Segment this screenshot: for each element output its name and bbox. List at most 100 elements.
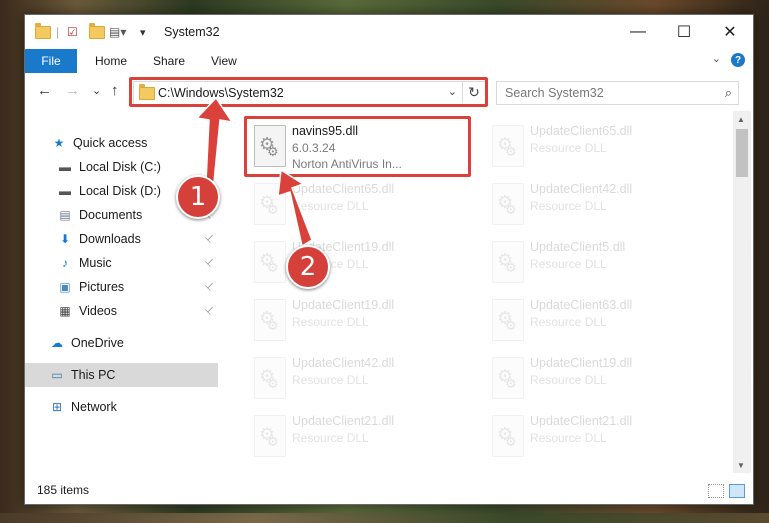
- gear-icon: ⚙: [505, 144, 517, 159]
- recent-locations-icon[interactable]: ⌄: [92, 84, 101, 97]
- desktop-background: [0, 513, 769, 523]
- sidebar-item-videos[interactable]: ▦ Videos ⊥: [25, 299, 218, 323]
- customize-quick-access-icon[interactable]: ▤▾: [109, 24, 126, 40]
- maximize-button[interactable]: ☐: [661, 15, 707, 49]
- file-description: Resource DLL: [530, 373, 607, 387]
- search-input[interactable]: Search System32 ⌕: [496, 81, 739, 105]
- vertical-scrollbar[interactable]: ▲ ▼: [733, 111, 751, 473]
- gear-icon: ⚙: [267, 434, 279, 449]
- forward-arrow-icon[interactable]: →: [65, 82, 80, 99]
- sidebar-item-label: Music: [79, 256, 112, 270]
- file-name: UpdateClient19.dll: [292, 298, 395, 312]
- file-name: UpdateClient65.dll: [292, 182, 395, 196]
- sidebar-item-network[interactable]: ⊞ Network: [25, 395, 218, 419]
- large-icons-view-icon[interactable]: [729, 484, 745, 498]
- network-icon: ⊞: [51, 400, 63, 414]
- file-item[interactable]: ⚙ ⚙ UpdateClient42.dll Resource DLL: [244, 349, 466, 405]
- file-description: Resource DLL: [292, 199, 369, 213]
- navigation-bar: ← → ⌄ ↑ C:\Windows\System32 ⌄ ↻ Search S…: [25, 73, 753, 111]
- file-name: navins95.dll: [292, 124, 359, 138]
- file-item[interactable]: ⚙ ⚙ UpdateClient19.dll Resource DLL: [244, 291, 466, 347]
- file-description: Resource DLL: [530, 315, 607, 329]
- back-arrow-icon[interactable]: ←: [37, 82, 52, 99]
- file-name: UpdateClient21.dll: [292, 414, 395, 428]
- step-badge-1: 1: [176, 175, 220, 219]
- sidebar-item-pictures[interactable]: ▣ Pictures ⊥: [25, 275, 218, 299]
- file-item[interactable]: ⚙ ⚙ UpdateClient21.dll Resource DLL: [482, 407, 704, 463]
- videos-icon: ▦: [59, 304, 71, 318]
- address-dropdown-icon[interactable]: ⌄: [448, 85, 457, 98]
- gear-icon: ⚙: [505, 202, 517, 217]
- sidebar-item-this-pc[interactable]: ▭ This PC: [25, 363, 218, 387]
- sidebar-item-onedrive[interactable]: ☁ OneDrive: [25, 331, 218, 355]
- file-name: UpdateClient19.dll: [530, 356, 633, 370]
- drive-icon: ▬: [59, 184, 71, 198]
- refresh-button[interactable]: ↻: [462, 81, 485, 103]
- gear-icon: ⚙: [267, 144, 279, 159]
- sidebar-item-label: Network: [71, 400, 117, 414]
- gear-icon: ⚙: [505, 318, 517, 333]
- pin-icon[interactable]: ⊥: [202, 304, 216, 318]
- sidebar-item-music[interactable]: ♪ Music ⊥: [25, 251, 218, 275]
- sidebar-item-label: OneDrive: [71, 336, 124, 350]
- step-badge-2: 2: [286, 245, 330, 289]
- expand-ribbon-icon[interactable]: ⌄: [712, 52, 721, 65]
- file-item[interactable]: ⚙ ⚙ UpdateClient19.dll Resource DLL: [244, 233, 466, 289]
- file-name: UpdateClient42.dll: [530, 182, 633, 196]
- gear-icon: ⚙: [505, 434, 517, 449]
- up-arrow-icon[interactable]: ↑: [111, 82, 119, 99]
- file-item[interactable]: ⚙ ⚙ UpdateClient63.dll Resource DLL: [482, 291, 704, 347]
- file-description: Resource DLL: [292, 315, 369, 329]
- tab-file[interactable]: File: [25, 49, 77, 73]
- scroll-down-icon[interactable]: ▼: [737, 461, 745, 470]
- sidebar-item-label: Pictures: [79, 280, 125, 294]
- sidebar-item-label: Quick access: [73, 136, 148, 150]
- sidebar-item-quick-access[interactable]: ★ Quick access: [25, 131, 218, 155]
- new-folder-icon[interactable]: [89, 22, 105, 40]
- quick-access-dropdown-icon[interactable]: ▾: [140, 24, 146, 40]
- properties-icon[interactable]: ☑: [67, 24, 78, 40]
- tab-view[interactable]: View: [211, 54, 237, 68]
- item-count: 185 items: [37, 483, 90, 497]
- file-description: Resource DLL: [530, 199, 607, 213]
- file-item[interactable]: ⚙ ⚙ UpdateClient42.dll Resource DLL: [482, 175, 704, 231]
- pin-icon[interactable]: ⊥: [202, 280, 216, 294]
- details-view-icon[interactable]: [708, 484, 724, 498]
- file-description: Resource DLL: [530, 141, 607, 155]
- ribbon-tabs: File Home Share View ⌄ ?: [25, 49, 753, 74]
- address-bar[interactable]: C:\Windows\System32 ⌄: [133, 81, 486, 105]
- close-button[interactable]: ✕: [707, 15, 753, 49]
- file-item[interactable]: ⚙ ⚙ UpdateClient21.dll Resource DLL: [244, 407, 466, 463]
- tab-share[interactable]: Share: [153, 54, 185, 68]
- minimize-button[interactable]: —: [615, 15, 661, 49]
- search-placeholder: Search System32: [505, 86, 604, 100]
- status-bar: 185 items: [25, 478, 753, 504]
- folder-icon: [139, 84, 155, 103]
- sidebar-item-local-disk-c[interactable]: ▬ Local Disk (C:): [25, 155, 218, 179]
- sidebar-item-downloads[interactable]: ⬇ Downloads ⊥: [25, 227, 218, 251]
- file-item[interactable]: ⚙ ⚙ UpdateClient19.dll Resource DLL: [482, 349, 704, 405]
- file-item[interactable]: ⚙ ⚙ UpdateClient5.dll Resource DLL: [482, 233, 704, 289]
- scroll-up-icon[interactable]: ▲: [737, 115, 745, 124]
- tab-home[interactable]: Home: [95, 54, 127, 68]
- file-name: UpdateClient42.dll: [292, 356, 395, 370]
- pin-icon[interactable]: ⊥: [202, 256, 216, 270]
- file-item[interactable]: ⚙ ⚙ UpdateClient65.dll Resource DLL: [244, 175, 466, 231]
- pin-icon[interactable]: ⊥: [202, 232, 216, 246]
- file-company: Norton AntiVirus In...: [292, 157, 402, 171]
- help-icon[interactable]: ?: [731, 53, 745, 67]
- folder-icon[interactable]: [35, 22, 51, 40]
- separator: |: [56, 25, 60, 39]
- gear-icon: ⚙: [505, 260, 517, 275]
- file-name: UpdateClient63.dll: [530, 298, 633, 312]
- file-description: Resource DLL: [530, 257, 607, 271]
- scrollbar-thumb[interactable]: [736, 129, 748, 177]
- file-item[interactable]: ⚙ ⚙ UpdateClient65.dll Resource DLL: [482, 117, 704, 173]
- gear-icon: ⚙: [267, 318, 279, 333]
- sidebar-item-label: This PC: [71, 368, 116, 382]
- file-list: ⚙ ⚙ navins95.dll 6.0.3.24 Norton AntiVir…: [236, 111, 733, 473]
- pictures-icon: ▣: [59, 280, 71, 294]
- gear-icon: ⚙: [267, 202, 279, 217]
- file-item-navins95[interactable]: ⚙ ⚙ navins95.dll 6.0.3.24 Norton AntiVir…: [244, 117, 466, 173]
- sidebar-item-label: Local Disk (C:): [79, 160, 161, 174]
